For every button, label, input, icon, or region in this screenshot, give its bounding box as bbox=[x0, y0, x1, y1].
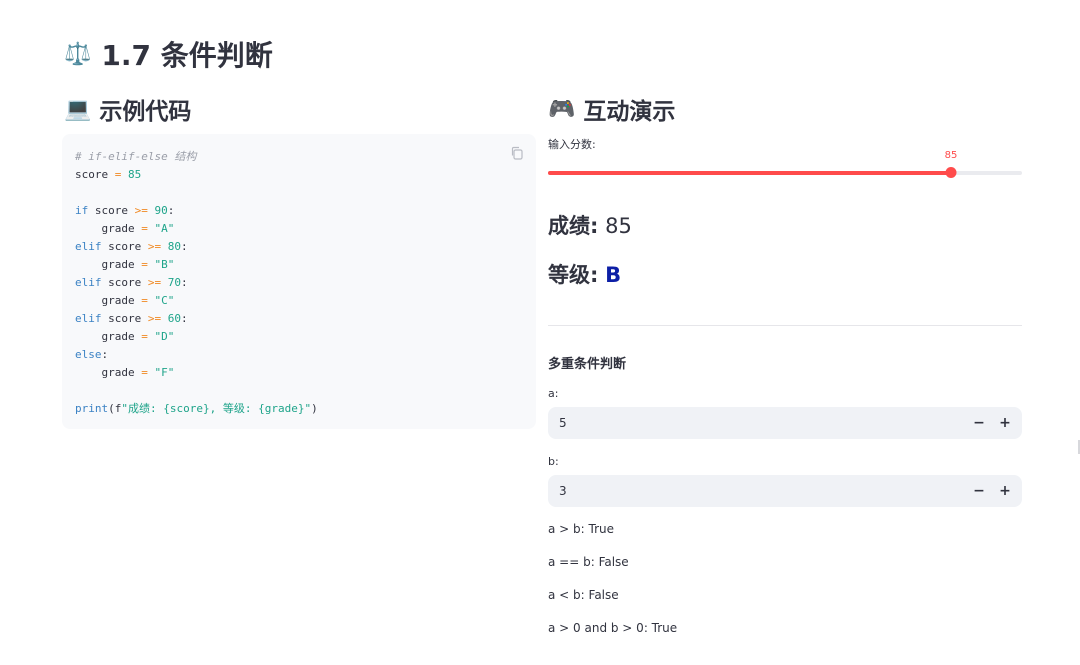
result-line: a == b: False bbox=[548, 555, 629, 569]
gamepad-icon: 🎮 bbox=[548, 96, 576, 122]
grade-display: 等级: B bbox=[548, 259, 621, 289]
code-line: grade = "B" bbox=[75, 258, 175, 271]
b-increment-button[interactable]: + bbox=[992, 475, 1018, 507]
score-value: 85 bbox=[605, 214, 632, 238]
code-section-title: 💻 示例代码 bbox=[64, 92, 191, 126]
demo-section-title-text: 互动演示 bbox=[583, 99, 676, 125]
code-line: elif score >= 70: bbox=[75, 276, 188, 289]
b-number-input[interactable]: 3 − + bbox=[548, 475, 1022, 507]
grade-value: B bbox=[605, 263, 622, 287]
result-line: a > 0 and b > 0: True bbox=[548, 621, 678, 635]
a-label: a: bbox=[548, 387, 559, 400]
code-line: print(f"成绩: {score}, 等级: {grade}") bbox=[75, 402, 318, 415]
grade-label: 等级: bbox=[548, 263, 599, 287]
a-increment-button[interactable]: + bbox=[992, 407, 1018, 439]
laptop-icon: 💻 bbox=[64, 96, 92, 122]
b-value[interactable]: 3 bbox=[548, 484, 966, 498]
slider-thumb[interactable] bbox=[945, 167, 957, 178]
page-title: ⚖️ 1.7 条件判断 bbox=[64, 34, 273, 74]
b-decrement-button[interactable]: − bbox=[966, 475, 992, 507]
page-title-text: 1.7 条件判断 bbox=[101, 39, 273, 72]
multi-condition-heading: 多重条件判断 bbox=[548, 357, 627, 372]
score-display: 成绩: 85 bbox=[548, 210, 632, 240]
slider-fill bbox=[548, 171, 951, 175]
result-line: a > b: True bbox=[548, 522, 614, 536]
result-line: a < b: False bbox=[548, 588, 619, 602]
code-line: grade = "A" bbox=[75, 222, 175, 235]
demo-section-title: 🎮 互动演示 bbox=[548, 92, 675, 126]
code-lines: # if-elif-else 结构 score = 85 if score >= 9… bbox=[75, 148, 523, 418]
a-number-input[interactable]: 5 − + bbox=[548, 407, 1022, 439]
code-line: grade = "C" bbox=[75, 294, 175, 307]
b-label: b: bbox=[548, 455, 559, 468]
divider bbox=[548, 325, 1022, 326]
a-value[interactable]: 5 bbox=[548, 416, 966, 430]
code-line: elif score >= 80: bbox=[75, 240, 188, 253]
score-label: 成绩: bbox=[548, 214, 599, 238]
copy-icon[interactable] bbox=[510, 146, 524, 160]
code-line: else: bbox=[75, 348, 109, 361]
code-section-title-text: 示例代码 bbox=[99, 99, 192, 125]
code-line: elif score >= 60: bbox=[75, 312, 188, 325]
code-line: grade = "F" bbox=[75, 366, 175, 379]
score-slider[interactable]: 85 bbox=[548, 150, 1022, 182]
a-decrement-button[interactable]: − bbox=[966, 407, 992, 439]
code-line: if score >= 90: bbox=[75, 204, 175, 217]
code-line: grade = "D" bbox=[75, 330, 175, 343]
code-line: # if-elif-else 结构 bbox=[75, 150, 197, 163]
slider-value-label: 85 bbox=[944, 150, 958, 161]
scales-icon: ⚖️ bbox=[64, 41, 92, 67]
code-line: score = 85 bbox=[75, 168, 142, 181]
code-block: # if-elif-else 结构 score = 85 if score >= 9… bbox=[62, 134, 536, 429]
